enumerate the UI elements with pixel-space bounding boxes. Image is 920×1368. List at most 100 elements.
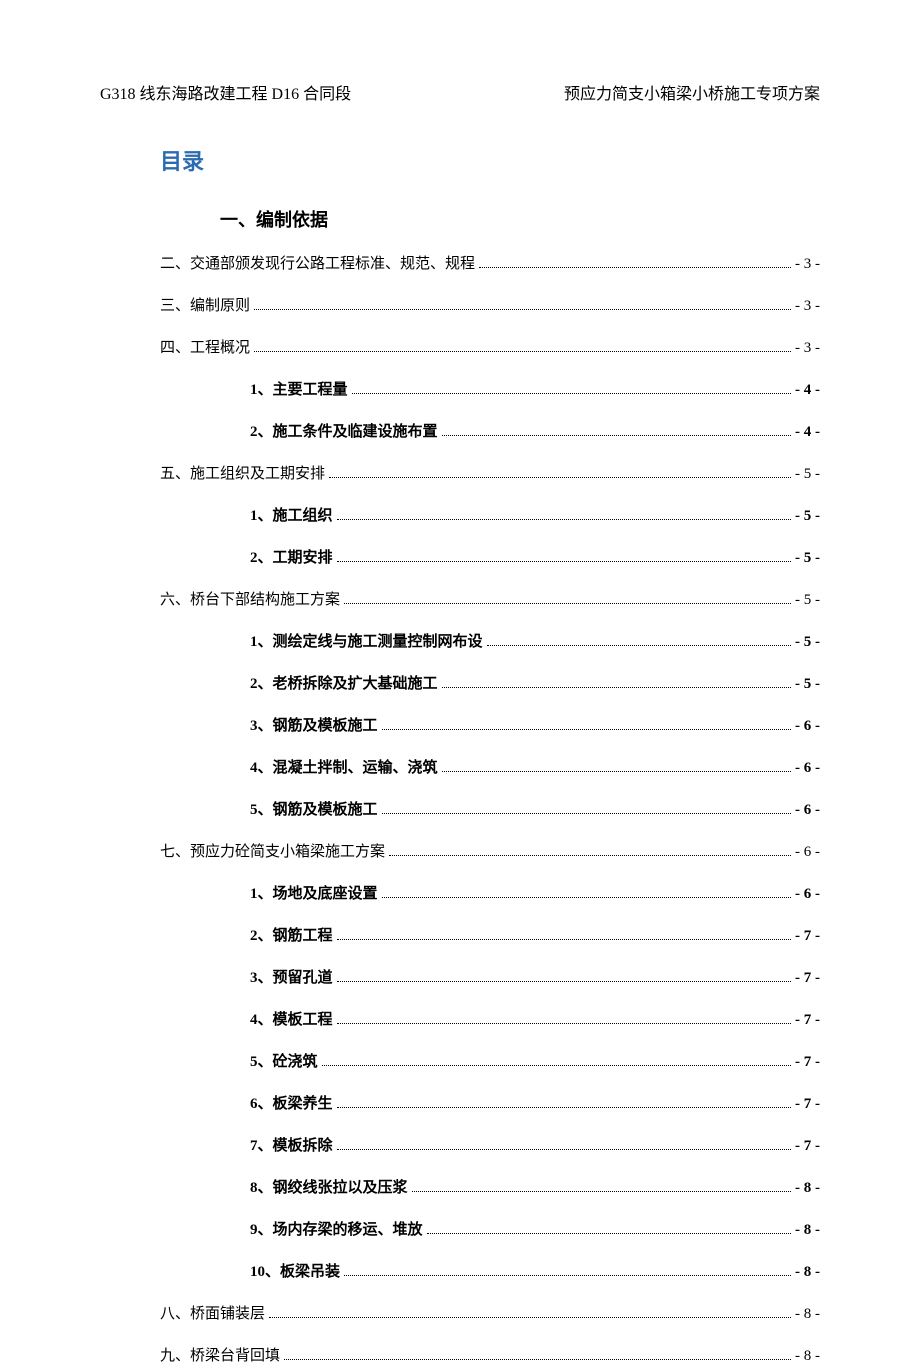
- toc-entry-label: 9、场内存梁的移运、堆放: [250, 1218, 423, 1242]
- toc-entry: 3、预留孔道 - 7 -: [160, 966, 820, 990]
- toc-entry: 7、模板拆除 - 7 -: [160, 1134, 820, 1158]
- toc-entry: 4、模板工程 - 7 -: [160, 1008, 820, 1032]
- toc-entry: 八、桥面铺装层- 8 -: [160, 1302, 820, 1326]
- toc-entry: 二、交通部颁发现行公路工程标准、规范、规程 - 3 -: [160, 252, 820, 276]
- toc-dots: [442, 687, 791, 688]
- toc-entry: 七、预应力砼简支小箱梁施工方案- 6 -: [160, 840, 820, 864]
- toc-entry-label: 6、板梁养生: [250, 1092, 333, 1116]
- toc-dots: [337, 939, 791, 940]
- toc-entry-label: 七、预应力砼简支小箱梁施工方案: [160, 840, 385, 864]
- toc-dots: [284, 1359, 791, 1360]
- toc-entry-label: 7、模板拆除: [250, 1134, 333, 1158]
- toc-entry: 6、板梁养生- 7 -: [160, 1092, 820, 1116]
- toc-entry-label: 3、钢筋及模板施工: [250, 714, 378, 738]
- toc-entry-page: - 6 -: [795, 798, 820, 822]
- toc-entry-page: - 5 -: [795, 672, 820, 696]
- toc-entry: 5、钢筋及模板施工 - 6 -: [160, 798, 820, 822]
- toc-entry-label: 2、老桥拆除及扩大基础施工: [250, 672, 438, 696]
- toc-entry: 六、桥台下部结构施工方案 - 5 -: [160, 588, 820, 612]
- toc-dots: [352, 393, 791, 394]
- toc-entry-page: - 3 -: [795, 294, 820, 318]
- toc-entry-label: 五、施工组织及工期安排: [160, 462, 325, 486]
- toc-entry-page: - 4 -: [795, 420, 820, 444]
- toc-entry: 一、编制依据: [220, 206, 820, 232]
- toc-entry-page: - 5 -: [795, 504, 820, 528]
- toc-entry: 1、测绘定线与施工测量控制网布设- 5 -: [160, 630, 820, 654]
- toc-entry: 三、编制原则 - 3 -: [160, 294, 820, 318]
- toc-entry: 9、场内存梁的移运、堆放 - 8 -: [160, 1218, 820, 1242]
- toc-entry: 2、工期安排- 5 -: [160, 546, 820, 570]
- toc-entry-page: - 6 -: [795, 756, 820, 780]
- toc-entry-label: 3、预留孔道: [250, 966, 333, 990]
- toc-entry-label: 1、主要工程量: [250, 378, 348, 402]
- toc-entry-page: - 3 -: [795, 336, 820, 360]
- toc-list: 一、编制依据二、交通部颁发现行公路工程标准、规范、规程 - 3 - 三、编制原则 - …: [100, 206, 820, 1368]
- toc-dots: [382, 897, 791, 898]
- toc-entry-page: - 7 -: [795, 966, 820, 990]
- toc-dots: [337, 1107, 791, 1108]
- toc-entry-page: - 8 -: [795, 1176, 820, 1200]
- toc-entry-page: - 5 -: [795, 462, 820, 486]
- toc-entry-label: 八、桥面铺装层: [160, 1302, 265, 1326]
- toc-entry: 10、板梁吊装 - 8 -: [160, 1260, 820, 1284]
- toc-entry-label: 2、施工条件及临建设施布置: [250, 420, 438, 444]
- toc-entry-page: - 8 -: [795, 1344, 820, 1368]
- page-header: G318 线东海路改建工程 D16 合同段 预应力简支小箱梁小桥施工专项方案: [100, 80, 820, 104]
- toc-entry: 3、钢筋及模板施工 - 6 -: [160, 714, 820, 738]
- toc-dots: [337, 1149, 791, 1150]
- toc-entry-label: 4、模板工程: [250, 1008, 333, 1032]
- toc-dots: [322, 1065, 791, 1066]
- toc-entry: 4、混凝土拌制、运输、浇筑 - 6 -: [160, 756, 820, 780]
- toc-entry-page: - 7 -: [795, 924, 820, 948]
- toc-entry-page: - 5 -: [795, 588, 820, 612]
- toc-entry: 九、桥梁台背回填 - 8 -: [160, 1344, 820, 1368]
- toc-dots: [442, 771, 791, 772]
- toc-entry: 2、老桥拆除及扩大基础施工 - 5 -: [160, 672, 820, 696]
- toc-dots: [344, 1275, 791, 1276]
- toc-dots: [254, 351, 791, 352]
- toc-entry-label: 5、钢筋及模板施工: [250, 798, 378, 822]
- toc-entry: 2、施工条件及临建设施布置 - 4 -: [160, 420, 820, 444]
- toc-entry-label: 5、砼浇筑: [250, 1050, 318, 1074]
- toc-dots: [382, 729, 791, 730]
- toc-dots: [337, 1023, 791, 1024]
- toc-entry-page: - 8 -: [795, 1218, 820, 1242]
- toc-entry-page: - 4 -: [795, 378, 820, 402]
- toc-dots: [427, 1233, 791, 1234]
- toc-entry-page: - 7 -: [795, 1008, 820, 1032]
- toc-entry-label: 4、混凝土拌制、运输、浇筑: [250, 756, 438, 780]
- toc-entry-page: - 7 -: [795, 1134, 820, 1158]
- toc-dots: [269, 1317, 791, 1318]
- toc-dots: [254, 309, 791, 310]
- toc-entry-label: 8、钢绞线张拉以及压浆: [250, 1176, 408, 1200]
- toc-entry-label: 二、交通部颁发现行公路工程标准、规范、规程: [160, 252, 475, 276]
- toc-entry-label: 九、桥梁台背回填: [160, 1344, 280, 1368]
- toc-entry-label: 一、编制依据: [220, 210, 328, 230]
- toc-entry-page: - 6 -: [795, 714, 820, 738]
- toc-entry-label: 2、工期安排: [250, 546, 333, 570]
- toc-entry-page: - 6 -: [795, 882, 820, 906]
- toc-entry-page: - 3 -: [795, 252, 820, 276]
- toc-entry-label: 1、场地及底座设置: [250, 882, 378, 906]
- toc-dots: [442, 435, 791, 436]
- toc-entry-page: - 7 -: [795, 1050, 820, 1074]
- toc-entry-label: 三、编制原则: [160, 294, 250, 318]
- toc-entry-page: - 8 -: [795, 1260, 820, 1284]
- toc-dots: [337, 519, 791, 520]
- toc-entry-label: 六、桥台下部结构施工方案: [160, 588, 340, 612]
- header-left: G318 线东海路改建工程 D16 合同段: [100, 80, 351, 104]
- toc-dots: [479, 267, 791, 268]
- toc-title: 目录: [160, 144, 820, 176]
- toc-entry-label: 10、板梁吊装: [250, 1260, 340, 1284]
- header-right: 预应力简支小箱梁小桥施工专项方案: [564, 80, 820, 104]
- toc-dots: [337, 981, 791, 982]
- toc-dots: [412, 1191, 791, 1192]
- toc-entry: 1、施工组织- 5 -: [160, 504, 820, 528]
- toc-dots: [344, 603, 791, 604]
- toc-entry: 1、场地及底座设置 - 6 -: [160, 882, 820, 906]
- toc-dots: [382, 813, 791, 814]
- toc-entry: 5、砼浇筑 - 7 -: [160, 1050, 820, 1074]
- toc-entry: 2、钢筋工程- 7 -: [160, 924, 820, 948]
- toc-dots: [329, 477, 791, 478]
- toc-entry: 五、施工组织及工期安排 - 5 -: [160, 462, 820, 486]
